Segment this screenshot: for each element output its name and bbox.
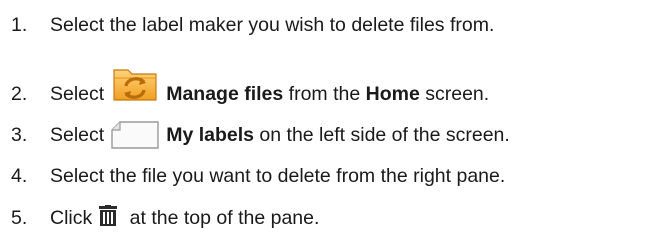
step-number: 3. <box>11 123 28 146</box>
step-number: 1. <box>11 13 28 36</box>
step-text-after: at the top of the pane. <box>124 206 320 229</box>
step-text-after: screen. <box>419 82 490 105</box>
manage-files-icon <box>110 56 160 108</box>
instruction-steps: 1. Select the label maker you wish to de… <box>0 0 649 246</box>
step-5: 5. Click at the top of the pane. <box>0 202 319 234</box>
step-text: Select the label maker you wish to delet… <box>50 13 495 36</box>
step-text-before: Click <box>50 206 93 229</box>
step-1: 1. Select the label maker you wish to de… <box>0 9 494 41</box>
step-text-after: on the left side of the screen. <box>254 123 510 146</box>
step-number: 5. <box>11 206 28 229</box>
step-4: 4. Select the file you want to delete fr… <box>0 160 505 192</box>
step-bold-text: My labels <box>166 123 254 146</box>
step-number: 4. <box>11 164 28 187</box>
step-2: 2. Select Manage files from the Home scr… <box>0 69 490 110</box>
trash-icon <box>98 205 118 227</box>
step-text-before: Select <box>50 82 105 105</box>
step-text-middle: from the <box>283 82 366 105</box>
step-3: 3. Select My labels on the left side of … <box>0 119 510 151</box>
step-number: 2. <box>11 82 28 105</box>
step-bold-text: Manage files <box>166 82 284 105</box>
step-bold-text-2: Home <box>365 82 420 105</box>
step-text-before: Select <box>50 123 105 146</box>
step-text: Select the file you want to delete from … <box>50 164 506 187</box>
my-labels-icon <box>110 120 160 150</box>
